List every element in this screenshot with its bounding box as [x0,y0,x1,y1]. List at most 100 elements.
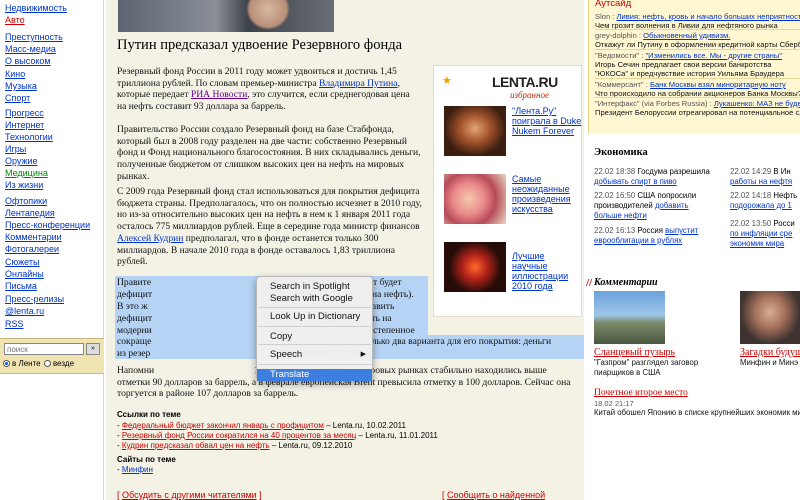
nav-item[interactable]: Комментарии [5,231,62,243]
article-photo [118,0,334,32]
paragraph-4-text: Правите [117,277,152,288]
comment-sub-headline[interactable]: Почетное второе место [594,388,688,398]
news-link[interactable]: добывать спирт в пиво [594,177,677,186]
nav-item[interactable]: Пресс-релизы [5,293,64,305]
paragraph-4-text: дефицит [117,289,153,300]
nav-item[interactable]: Онлайны [5,268,44,280]
favorite-thumbnail[interactable] [444,242,506,292]
nav-item[interactable]: Преступность [5,31,63,43]
nav-item[interactable]: О высоком [5,55,51,67]
report-typo-link: [ Сообщить о найденной опечатке ] [442,490,584,500]
outsider-entry: "Интерфакс" (via Forbes Russia) : Лукаше… [595,99,800,108]
see-also-link[interactable]: Кудрин предсказал обвал цен на нефть [122,441,270,450]
menu-item-label: Search in Spotlight [270,281,350,292]
context-menu-item[interactable]: Translate [257,369,372,381]
outsider-summary: Игорь Сечин предлагает свои версии банкр… [595,60,785,79]
context-menu: Search in Spotlight Search with Google Loo… [256,276,373,381]
paragraph-1: Резервный фонд России в 2011 году может … [117,66,410,113]
economy-title: Экономика [594,147,648,158]
news-time: 22.02 18:38 [594,167,636,176]
outsider-entry: grey-dolphin : Обыкновенный удивизм. [595,31,800,40]
outsider-link[interactable]: Лукашенко: МАЗ не будет продан [714,99,800,108]
nav-item[interactable]: Спорт [5,92,30,104]
news-text: Росси [773,219,795,228]
report-anchor[interactable]: Сообщить о найденной опечатке [442,490,545,500]
context-menu-item[interactable]: Search in Spotlight [257,281,372,293]
nav-item[interactable]: Кино [5,68,25,80]
star-icon: ★ [442,75,452,87]
nav-item[interactable]: Прогресс [5,107,44,119]
menu-item-label: Translate [270,369,310,380]
nav-item[interactable]: Технологии [5,131,53,143]
comment-thumbnail[interactable] [594,291,665,344]
context-menu-item[interactable]: Look Up in Dictionary [257,311,372,323]
nav-item[interactable]: Офтопики [5,195,47,207]
favorite-link[interactable]: Самые неожиданные произведения искусства [512,174,582,214]
comment-headline[interactable]: Загадки будущ [740,347,800,358]
news-link[interactable]: по инфляции сре [730,229,792,238]
comment-thumbnail[interactable] [740,291,800,344]
see-also-link[interactable]: Резервный фонд России сократился на 40 п… [122,431,356,440]
favorite-link[interactable]: "Лента.Ру" поиграла в Duke Nukem Forever [512,106,582,136]
nav-item[interactable]: @lenta.ru [5,305,44,317]
scope-all-radio[interactable]: везде [44,359,74,369]
see-also-link[interactable]: Федеральный бюджет закончил январь с про… [122,421,324,430]
outsider-summary: Президент Белоруссии отреагировал на пот… [595,108,800,117]
nav-item[interactable]: Из жизни [5,179,43,191]
search-go-button[interactable]: » [86,343,100,355]
putin-link[interactable]: Владимира Путина [319,78,398,89]
outsider-link[interactable]: "Изменились все. Мы - другие страны" [645,51,782,60]
context-menu-item[interactable]: Search with Google [257,293,372,305]
paragraph-4-text: дефицит [117,313,153,324]
nav-item[interactable]: RSS [5,318,24,330]
context-menu-item[interactable]: Speech ▶ [257,349,372,361]
outsider-source: grey-dolphin : [595,31,642,40]
nav-item[interactable]: Оружие [5,155,38,167]
nav-item[interactable]: Игры [5,143,26,155]
see-also-item: - Резервный фонд России сократился на 40… [117,431,438,440]
context-menu-item[interactable]: Copy [257,331,372,343]
scope-lenta-label: в Ленте [12,359,41,368]
ria-link[interactable]: РИА Новости [191,89,247,100]
nav-item[interactable]: Музыка [5,80,37,92]
news-text: В Ин [773,167,791,176]
nav-item[interactable]: Пресс-конференции [5,219,90,231]
comment-summary: "Газпром" разглядел заговор пиарщиков в … [594,358,699,377]
nav-item[interactable]: Авто [5,14,25,26]
nav-item[interactable]: Недвижимость [5,2,67,14]
nav-item[interactable]: Масс-медиа [5,43,56,55]
scope-lenta-radio[interactable]: в Ленте [3,359,41,369]
nav-item[interactable]: Интернет [5,119,44,131]
news-link[interactable]: работы на нефтя [730,177,792,186]
search-input[interactable] [4,343,84,355]
nav-item[interactable]: Письма [5,280,37,292]
paragraph-4-text: В это ж [117,301,148,312]
favorite-thumbnail[interactable] [444,174,506,224]
sites-title: Сайты по теме [117,455,176,464]
menu-separator [258,344,371,345]
news-link[interactable]: подорожала до 1 [730,201,792,210]
favorites-subtitle: избранное [510,90,549,100]
nav-item[interactable]: Фотогалереи [5,243,59,255]
minfin-link[interactable]: Минфин [122,465,153,474]
favorite-link[interactable]: Лучшие научные иллюстрации 2010 года [512,251,582,291]
outsider-title: Аутсайд [595,0,632,9]
menu-item-label: Speech [270,349,303,360]
search-box: » в Ленте везде [0,338,104,374]
outsider-link[interactable]: Банк Москвы взял миноритарную ноту [650,80,786,89]
kudrin-link[interactable]: Алексей Кудрин [117,233,183,244]
nav-item[interactable]: Лентапедия [5,207,55,219]
economy-news-item: 22.02 14:29 В Ин работы на нефтя [730,167,800,187]
nav-item[interactable]: Медицина [5,167,48,179]
comment-headline[interactable]: Сланцевый пузырь [594,347,675,358]
menu-item-label: Look Up in Dictionary [270,311,361,322]
outsider-link[interactable]: Ливия: нефть, кровь и начало больших неп… [617,12,800,21]
favorite-thumbnail[interactable] [444,106,506,156]
news-link[interactable]: экономик мира [730,239,784,248]
discuss-anchor[interactable]: Обсудить с другими читателями [122,490,257,500]
favorites-box: ★ LENTA.RU избранное "Лента.Ру" поиграла… [433,65,582,317]
paragraph-4-text: из резер [117,348,151,359]
outsider-link[interactable]: Обыкновенный удивизм. [643,31,730,40]
nav-item[interactable]: Сюжеты [5,256,39,268]
sites-link: - Минфин [117,465,153,474]
